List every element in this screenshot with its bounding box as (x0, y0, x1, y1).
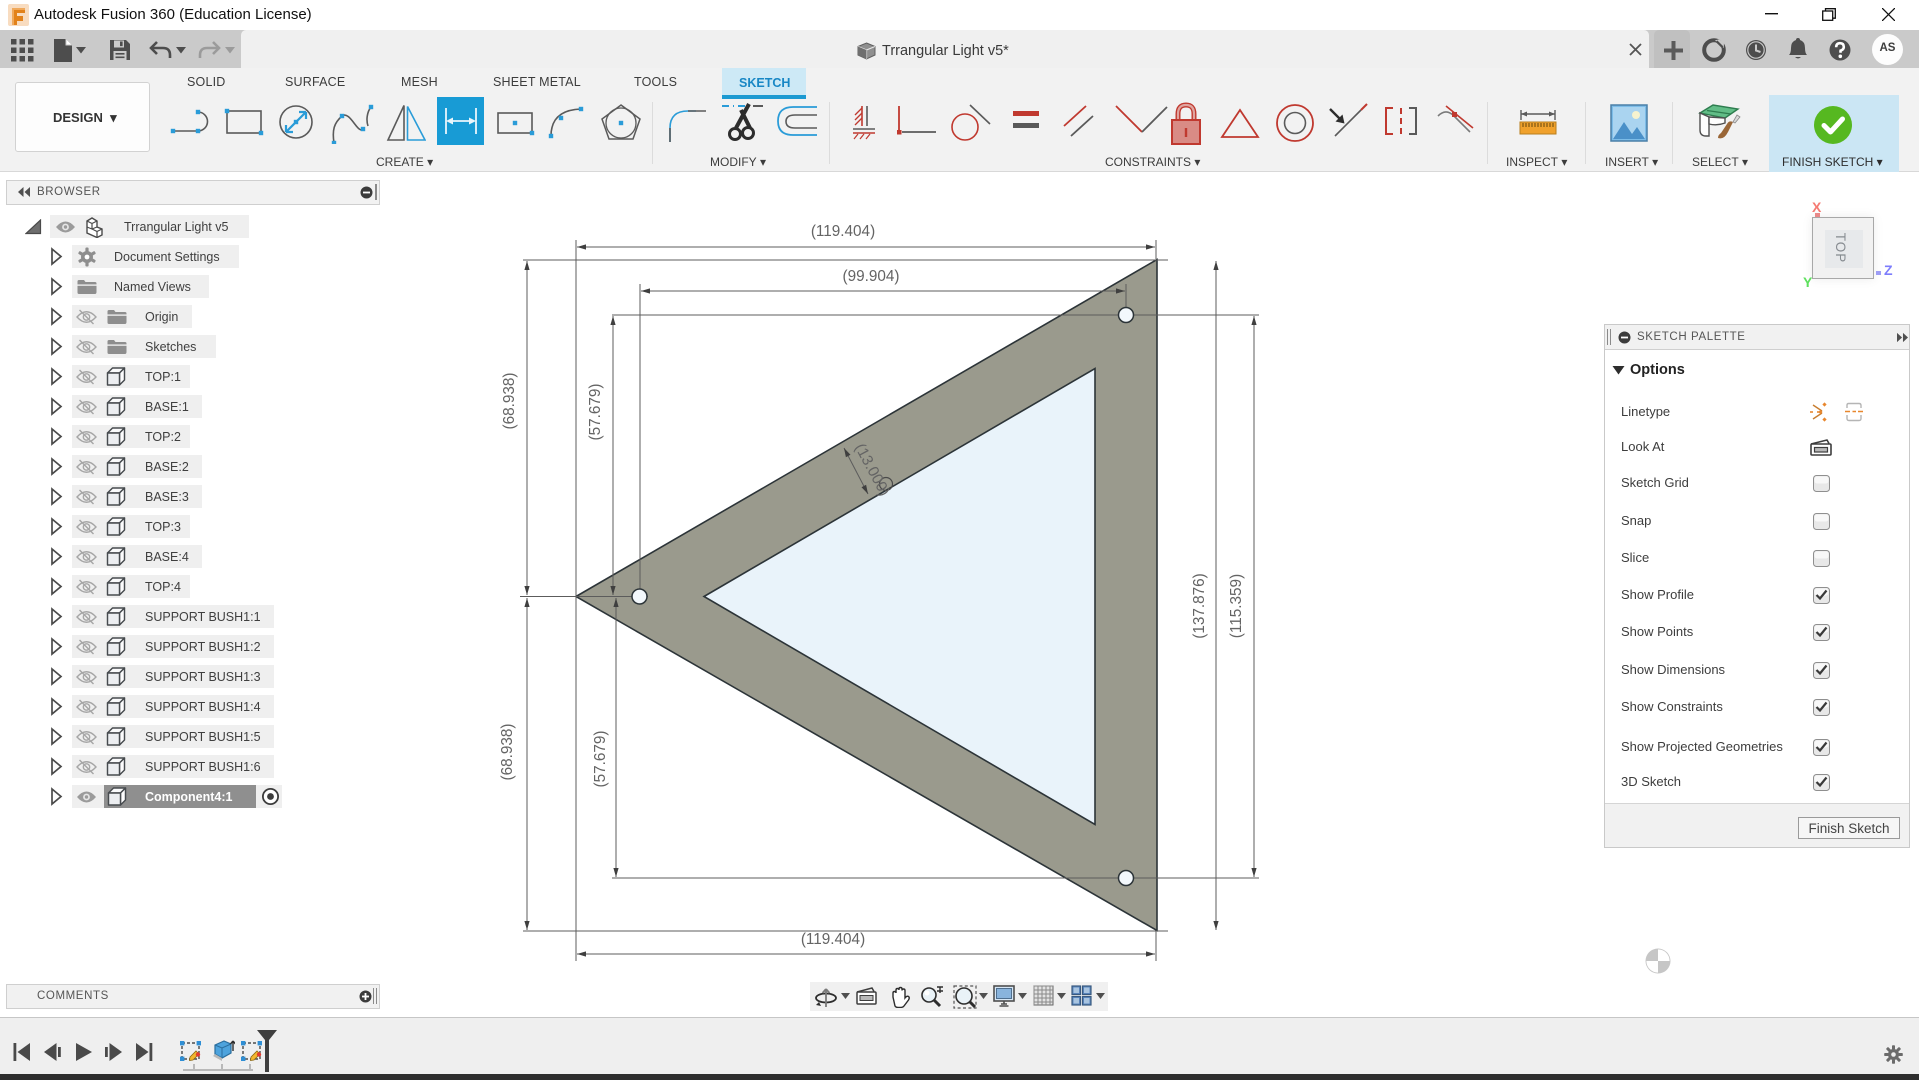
svg-text:(115.359): (115.359) (1228, 574, 1245, 638)
svg-text:(119.404): (119.404) (801, 931, 865, 948)
svg-text:(57.679): (57.679) (587, 384, 604, 441)
svg-text:(57.679): (57.679) (592, 731, 609, 788)
svg-text:(99.904): (99.904) (843, 268, 900, 285)
svg-text:(68.938): (68.938) (499, 724, 516, 781)
svg-text:(137.876): (137.876) (1191, 573, 1208, 638)
svg-text:(68.938): (68.938) (501, 373, 518, 430)
svg-text:(119.404): (119.404) (811, 223, 875, 240)
